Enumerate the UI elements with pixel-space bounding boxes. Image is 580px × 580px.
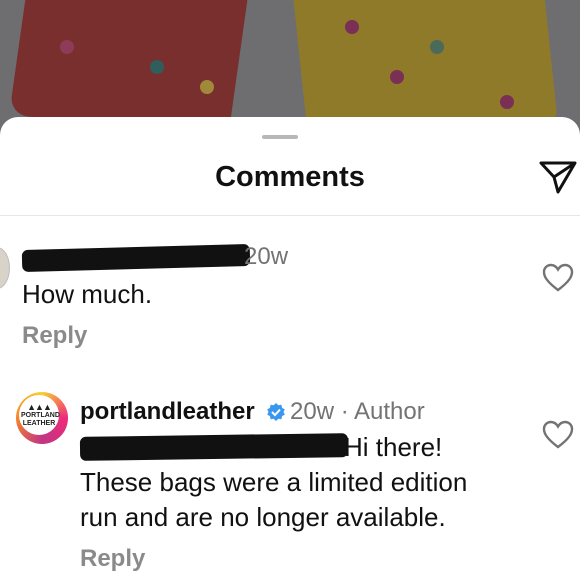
page-title: Comments — [215, 161, 365, 193]
heart-icon[interactable] — [542, 263, 574, 293]
avatar-logo-text: PORTLAND LEATHER — [21, 411, 60, 427]
comment-username[interactable]: portlandleather — [80, 398, 255, 426]
heart-icon[interactable] — [542, 420, 574, 450]
header-divider — [0, 215, 580, 216]
comments-sheet: Comments 20w How much. Reply ▲▲▲ PORTLAN… — [0, 117, 580, 580]
send-icon[interactable] — [538, 159, 578, 195]
comment-timestamp: 20w — [244, 243, 289, 270]
reply-button[interactable]: Reply — [80, 545, 145, 573]
sheet-grabber-handle[interactable] — [262, 135, 298, 139]
verified-badge-icon — [267, 403, 285, 421]
avatar[interactable]: ▲▲▲ PORTLAND LEATHER — [16, 392, 68, 444]
comment-text-line-1: Hi there! — [344, 432, 443, 462]
comment-meta: 20w · Author — [290, 398, 425, 425]
reply-button[interactable]: Reply — [22, 322, 87, 350]
comment-text-line-3: run and are no longer available. — [80, 502, 446, 532]
avatar[interactable] — [0, 247, 10, 289]
logo-trees-icon: ▲▲▲ — [27, 401, 52, 412]
comment-text-line-2: These bags were a limited edition — [80, 467, 468, 497]
comment-text: How much. — [22, 279, 153, 309]
redacted-mention — [79, 433, 349, 461]
redacted-username — [21, 244, 251, 272]
